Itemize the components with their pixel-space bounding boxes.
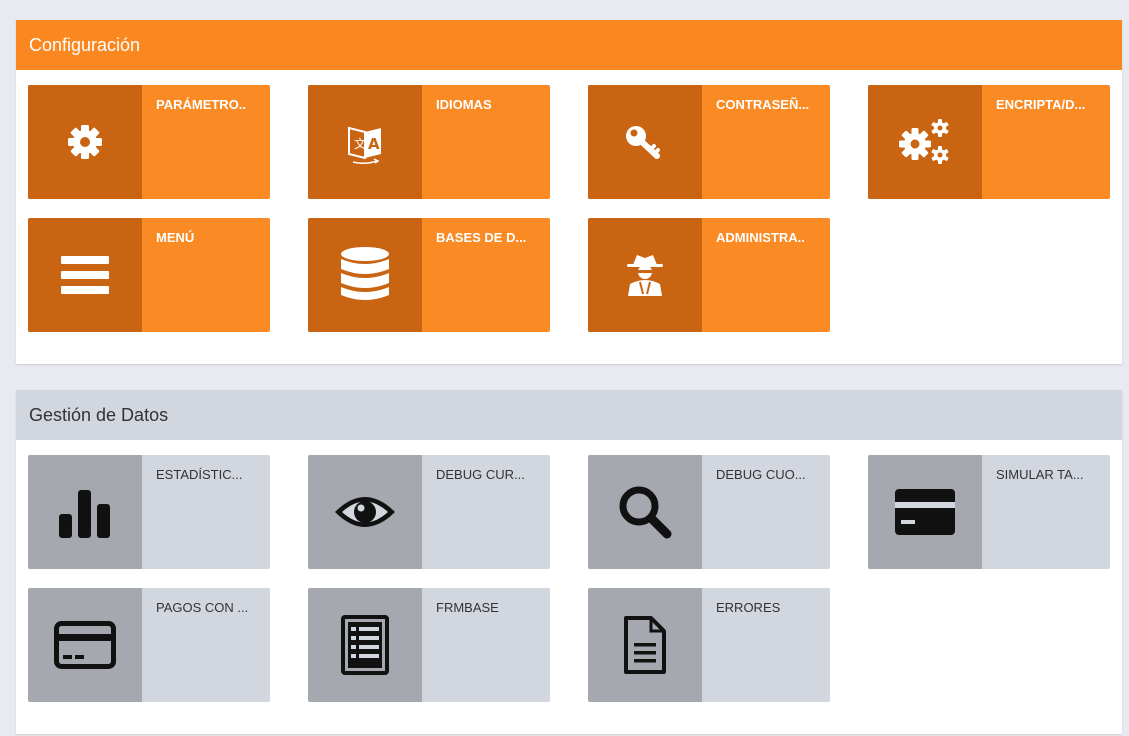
credit-card-icon xyxy=(868,455,982,569)
tile-estadisticas[interactable]: ESTADÍSTIC... xyxy=(28,455,270,569)
gears-icon xyxy=(868,85,982,199)
svg-text:文: 文 xyxy=(354,136,366,151)
tile-encripta[interactable]: ENCRIPTA/D... xyxy=(868,85,1110,199)
credit-card-outline-icon xyxy=(28,588,142,702)
tile-label: BASES DE D... xyxy=(436,230,527,245)
tile-pagos-con[interactable]: PAGOS CON ... xyxy=(28,588,270,702)
config-panel-title: Configuración xyxy=(16,20,1122,70)
translate-icon: 文 A xyxy=(308,85,422,199)
menu-icon xyxy=(28,218,142,332)
eye-icon xyxy=(308,455,422,569)
list-document-icon xyxy=(308,588,422,702)
svg-text:A: A xyxy=(368,135,380,153)
tile-debug-cuo[interactable]: DEBUG CUO... xyxy=(588,455,830,569)
tile-menu[interactable]: MENÚ xyxy=(28,218,270,332)
tile-frmbase[interactable]: FRMBASE xyxy=(308,588,550,702)
tile-label: PAGOS CON ... xyxy=(156,600,249,615)
tile-label: DEBUG CUO... xyxy=(716,467,806,482)
tile-label: DEBUG CUR... xyxy=(436,467,525,482)
tile-bases-datos[interactable]: BASES DE D... xyxy=(308,218,550,332)
tile-label: MENÚ xyxy=(156,230,195,245)
data-management-panel: Gestión de Datos ESTADÍSTIC... DEBUG CUR… xyxy=(16,390,1122,734)
tile-label: ADMINISTRA.. xyxy=(716,230,805,245)
tile-debug-cur[interactable]: DEBUG CUR... xyxy=(308,455,550,569)
config-panel: Configuración PARÁMETRO.. 文 A IDIOMAS CO… xyxy=(16,20,1122,364)
tile-label: ENCRIPTA/D... xyxy=(996,97,1086,112)
user-secret-icon xyxy=(588,218,702,332)
data-management-panel-title: Gestión de Datos xyxy=(16,390,1122,440)
gear-icon xyxy=(28,85,142,199)
tile-label: PARÁMETRO.. xyxy=(156,97,247,112)
bar-chart-icon xyxy=(28,455,142,569)
database-icon xyxy=(308,218,422,332)
search-icon xyxy=(588,455,702,569)
tile-contrasena[interactable]: CONTRASEÑ... xyxy=(588,85,830,199)
tile-label: ESTADÍSTIC... xyxy=(156,467,243,482)
tile-idiomas[interactable]: 文 A IDIOMAS xyxy=(308,85,550,199)
tile-label: IDIOMAS xyxy=(436,97,492,112)
file-text-icon xyxy=(588,588,702,702)
tile-parametros[interactable]: PARÁMETRO.. xyxy=(28,85,270,199)
tile-label: ERRORES xyxy=(716,600,781,615)
tile-label: FRMBASE xyxy=(436,600,499,615)
key-icon xyxy=(588,85,702,199)
tile-simular-ta[interactable]: SIMULAR TA... xyxy=(868,455,1110,569)
tile-label: SIMULAR TA... xyxy=(996,467,1084,482)
tile-administra[interactable]: ADMINISTRA.. xyxy=(588,218,830,332)
tile-label: CONTRASEÑ... xyxy=(716,97,810,112)
tile-errores[interactable]: ERRORES xyxy=(588,588,830,702)
